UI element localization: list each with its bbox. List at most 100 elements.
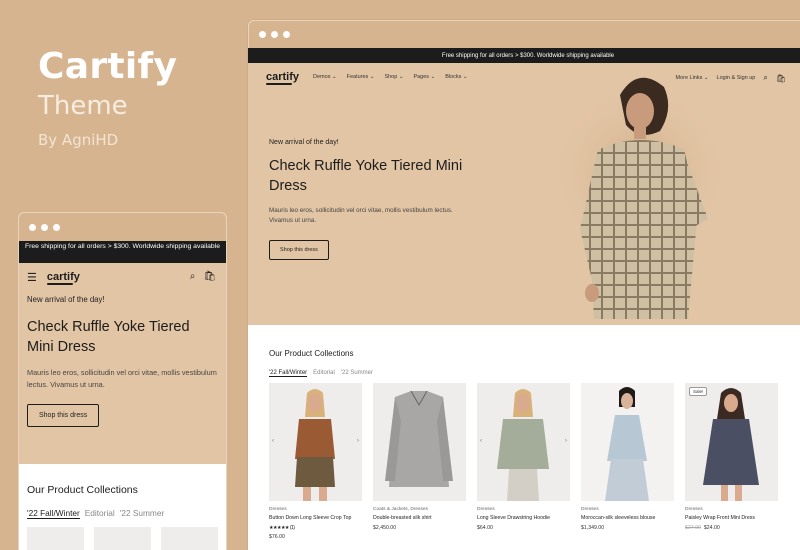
announcement-bar: Free shipping for all orders > $300. Wor… bbox=[248, 48, 800, 63]
product-category[interactable]: Dresses bbox=[477, 507, 570, 512]
product-photo bbox=[703, 388, 759, 501]
nav-item-features[interactable]: Features ⌄ bbox=[347, 74, 375, 80]
window-dot-icon bbox=[53, 223, 60, 231]
product-name[interactable]: Double-breasted silk shirt bbox=[373, 515, 466, 522]
sale-badge: Sale! bbox=[689, 387, 708, 396]
product-name[interactable]: Paisley Wrap Front Mini Dress bbox=[685, 515, 778, 522]
product-thumb[interactable] bbox=[94, 527, 151, 550]
shop-dress-button[interactable]: Shop this dress bbox=[27, 404, 100, 427]
hero-title: Check Ruffle Yoke Tiered Mini Dress bbox=[27, 319, 190, 355]
tab-fall-winter[interactable]: '22 Fall/Winter bbox=[269, 370, 308, 377]
mobile-nav: ☰ cartify ⌕ 🛍 bbox=[27, 263, 218, 291]
collection-tabs: '22 Fall/Winter Editorial '22 Summer bbox=[27, 508, 218, 519]
product-card[interactable]: Coats & Jackets, Dresses Double-breasted… bbox=[373, 383, 466, 540]
product-category[interactable]: Dresses bbox=[269, 507, 362, 512]
product-old-price: $27.00 bbox=[685, 525, 701, 531]
site-logo[interactable]: cartify bbox=[46, 271, 80, 285]
cart-icon[interactable]: 🛍 bbox=[203, 271, 216, 282]
desktop-window-chrome bbox=[248, 20, 800, 48]
hero-section: cartify Demos ⌄ Features ⌄ Shop ⌄ Pages … bbox=[248, 63, 800, 325]
hero-kicker: New arrival of the day! bbox=[269, 139, 339, 146]
product-category[interactable]: Dresses bbox=[685, 507, 778, 512]
product-image[interactable]: ‹ › bbox=[477, 383, 570, 501]
tab-summer[interactable]: '22 Summer bbox=[341, 370, 373, 377]
menu-icon[interactable]: ☰ bbox=[27, 271, 37, 284]
product-name[interactable]: Moroccan-silk sleeveless blouse bbox=[581, 515, 674, 522]
window-dots bbox=[19, 223, 60, 231]
product-photo bbox=[385, 390, 453, 487]
product-photo bbox=[497, 389, 549, 501]
product-photo bbox=[295, 389, 335, 501]
chevron-right-icon[interactable]: › bbox=[357, 438, 359, 444]
chevron-left-icon[interactable]: ‹ bbox=[480, 438, 482, 444]
product-price: $1,349.00 bbox=[581, 525, 605, 531]
window-dot-icon bbox=[259, 31, 266, 38]
product-sale-price: $24.00 bbox=[703, 525, 720, 531]
product-name[interactable]: Button Down Long Sleeve Crop Top bbox=[269, 515, 362, 522]
tab-editorial[interactable]: Editorial bbox=[85, 508, 115, 519]
product-rating: ★★★★★ (1) bbox=[269, 525, 362, 531]
collections-title: Our Product Collections bbox=[27, 484, 138, 496]
hero-description: Mauris leo eros, sollicitudin vel orci v… bbox=[269, 207, 453, 224]
product-thumb[interactable] bbox=[161, 527, 218, 550]
collections-section: Our Product Collections '22 Fall/Winter … bbox=[248, 325, 800, 540]
product-photo bbox=[605, 387, 649, 501]
window-dot-icon bbox=[271, 31, 278, 38]
product-card[interactable]: Sale! Dresses Paisley Wrap Front Mini Dr… bbox=[685, 383, 778, 540]
announcement-bar: Free shipping for all orders > $300. Wor… bbox=[19, 241, 226, 263]
collections-section: Our Product Collections '22 Fall/Winter … bbox=[19, 464, 226, 550]
nav-item-demos[interactable]: Demos ⌄ bbox=[313, 74, 337, 80]
product-image[interactable]: ‹ › bbox=[269, 383, 362, 501]
product-card[interactable]: ‹ › Dresses Button Down Long Sleeve Crop… bbox=[269, 383, 362, 540]
product-price: $76.00 bbox=[269, 534, 285, 540]
nav-item-label: Demos bbox=[313, 74, 331, 80]
rating-count: (1) bbox=[289, 525, 295, 531]
nav-item-label: Pages bbox=[413, 74, 430, 80]
brand-block: Cartify Theme By AgniHD bbox=[38, 46, 177, 149]
site-logo[interactable]: cartify bbox=[266, 71, 299, 85]
product-card[interactable]: ‹ › Dresses Long Sleeve Drawstring Hoodi… bbox=[477, 383, 570, 540]
window-dot-icon bbox=[29, 223, 36, 231]
desktop-preview-window: Free shipping for all orders > $300. Wor… bbox=[248, 20, 800, 550]
window-dot-icon bbox=[283, 31, 290, 38]
hero-description: Mauris leo eros, sollicitudin vel orci v… bbox=[27, 368, 217, 389]
collections-title: Our Product Collections bbox=[269, 349, 354, 358]
product-price: $27.00 $24.00 bbox=[685, 525, 778, 531]
search-icon[interactable]: ⌕ bbox=[763, 73, 767, 83]
mobile-preview-window: Free shipping for all orders > $300. Wor… bbox=[18, 212, 227, 550]
product-grid: ‹ › Dresses Button Down Long Sleeve Crop… bbox=[269, 383, 787, 540]
tab-editorial[interactable]: Editorial bbox=[313, 370, 335, 377]
product-category[interactable]: Dresses bbox=[581, 507, 674, 512]
nav-item-pages[interactable]: Pages ⌄ bbox=[413, 74, 435, 80]
brand-byline: By AgniHD bbox=[38, 131, 119, 149]
nav-item-blocks[interactable]: Blocks ⌄ bbox=[445, 74, 467, 80]
hero-text: New arrival of the day! Check Ruffle Yok… bbox=[269, 139, 469, 260]
rating-stars: ★★★★★ bbox=[269, 525, 289, 531]
nav-menu: Demos ⌄ Features ⌄ Shop ⌄ Pages ⌄ Blocks… bbox=[313, 74, 468, 80]
window-dots bbox=[249, 31, 290, 38]
chevron-right-icon[interactable]: › bbox=[565, 438, 567, 444]
brand-title: Cartify bbox=[38, 46, 178, 87]
nav-item-label: Blocks bbox=[445, 74, 462, 80]
hero-section: ☰ cartify ⌕ 🛍 New arrival of the day! Ch… bbox=[19, 263, 226, 464]
nav-item-shop[interactable]: Shop ⌄ bbox=[384, 74, 403, 80]
search-icon[interactable]: ⌕ bbox=[190, 271, 196, 282]
product-price: $64.00 bbox=[477, 525, 493, 531]
hero-kicker: New arrival of the day! bbox=[27, 295, 105, 304]
product-thumb[interactable] bbox=[27, 527, 84, 550]
shop-dress-button[interactable]: Shop this dress bbox=[269, 240, 329, 260]
product-price: $2,450.00 bbox=[373, 525, 397, 531]
product-category[interactable]: Coats & Jackets, Dresses bbox=[373, 507, 466, 512]
tab-summer[interactable]: '22 Summer bbox=[120, 508, 164, 519]
product-image[interactable]: Sale! bbox=[685, 383, 778, 501]
product-image[interactable] bbox=[581, 383, 674, 501]
hero-title: Check Ruffle Yoke Tiered Mini Dress bbox=[269, 158, 463, 194]
mobile-window-chrome bbox=[19, 213, 226, 241]
product-name[interactable]: Long Sleeve Drawstring Hoodie bbox=[477, 515, 570, 522]
cart-icon[interactable]: 🛍 bbox=[776, 74, 786, 83]
tab-fall-winter[interactable]: '22 Fall/Winter bbox=[27, 508, 80, 519]
brand-subtitle: Theme bbox=[38, 91, 128, 121]
product-image[interactable] bbox=[373, 383, 466, 501]
chevron-left-icon[interactable]: ‹ bbox=[272, 438, 274, 444]
product-card[interactable]: Dresses Moroccan-silk sleeveless blouse … bbox=[581, 383, 674, 540]
